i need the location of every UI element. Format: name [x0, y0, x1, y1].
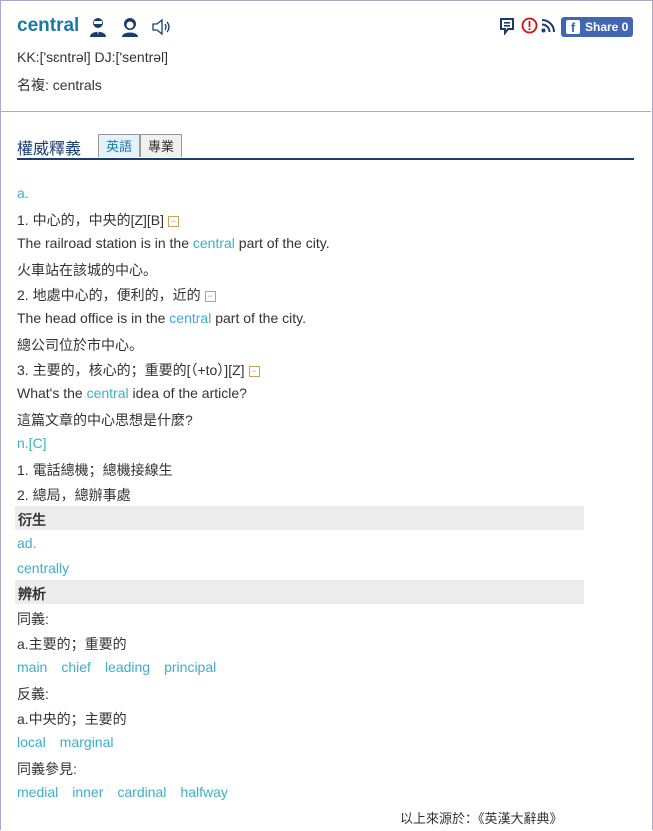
example-1: The railroad station is in the central p…: [17, 235, 330, 251]
collapse-icon[interactable]: −: [168, 215, 180, 227]
derivatives-heading: 衍生: [15, 506, 584, 530]
synonym-links: main chief leading principal: [17, 659, 230, 675]
tab-english[interactable]: 英語: [98, 134, 140, 157]
sense-1: 1. 中心的，中央的[Z][B] −: [17, 210, 180, 230]
example-3-translation: 這篇文章的中心思想是什麼?: [17, 412, 193, 428]
synonym-label: 同義:: [17, 611, 49, 627]
headword: central: [17, 15, 80, 36]
report-icon[interactable]: [521, 17, 538, 34]
section-title: 權威釋義: [17, 141, 82, 158]
source-footer: 以上來源於：《英漢大辭典》: [400, 811, 563, 826]
synonym-link[interactable]: chief: [61, 659, 91, 675]
see-also-links: medial inner cardinal halfway: [17, 784, 242, 800]
example-3: What's the central idea of the article?: [17, 385, 247, 401]
see-also-label: 同義參見:: [17, 761, 77, 777]
see-also-link[interactable]: halfway: [180, 784, 227, 800]
word-header-panel: central f Share 0 KK:['sɛntrəl] DJ:['sen…: [0, 0, 651, 112]
facebook-share-button[interactable]: f Share 0: [561, 17, 633, 37]
analysis-heading-text: 辨析: [18, 586, 46, 602]
antonym-link[interactable]: marginal: [60, 734, 114, 750]
male-voice-icon[interactable]: [88, 16, 108, 38]
example-text: What's the: [17, 385, 87, 401]
rss-icon[interactable]: [541, 19, 555, 33]
see-also-link[interactable]: medial: [17, 784, 58, 800]
pos-noun: n.[C]: [17, 435, 47, 451]
example-text: The head office is in the: [17, 310, 170, 326]
example-text: The railroad station is in the: [17, 235, 193, 251]
noun-sense-1: 1. 電話總機；總機接線生: [17, 462, 173, 478]
see-also-link[interactable]: cardinal: [117, 784, 166, 800]
antonym-label: 反義:: [17, 686, 49, 702]
example-text: idea of the article?: [128, 385, 247, 401]
female-voice-icon[interactable]: [120, 16, 140, 38]
pos-adjective: a.: [17, 185, 29, 201]
synonym-link[interactable]: main: [17, 659, 47, 675]
derivative-word-link[interactable]: centrally: [17, 560, 69, 576]
facebook-icon: f: [566, 20, 580, 35]
sense-2-text: 2. 地處中心的，便利的，近的: [17, 287, 201, 303]
headword-link[interactable]: central: [87, 385, 129, 401]
synonym-sense: a.主要的；重要的: [17, 636, 127, 652]
derivatives-heading-text: 衍生: [18, 512, 46, 528]
synonym-link[interactable]: principal: [164, 659, 216, 675]
vocabulary-add-icon[interactable]: [499, 17, 516, 35]
headword-link[interactable]: central: [169, 310, 211, 326]
pronunciation: KK:['sɛntrəl] DJ:['sentrəl]: [17, 49, 169, 65]
example-2: The head office is in the central part o…: [17, 310, 306, 326]
tab-professional[interactable]: 專業: [140, 134, 182, 157]
see-also-link[interactable]: inner: [72, 784, 103, 800]
collapse-icon[interactable]: −: [204, 290, 216, 302]
sense-3: 3. 主要的，核心的；重要的[（+to）][Z] −: [17, 360, 260, 380]
derivative-pos: ad.: [17, 535, 37, 551]
antonym-sense: a.中央的；主要的: [17, 711, 127, 727]
antonym-links: local marginal: [17, 734, 128, 750]
headword-link[interactable]: central: [193, 235, 235, 251]
plural-form: 名複: centrals: [17, 77, 102, 93]
sense-1-text: 1. 中心的，中央的[Z][B]: [17, 212, 165, 228]
example-text: part of the city.: [211, 310, 306, 326]
noun-sense-2: 2. 總局，總辦事處: [17, 487, 131, 503]
synonym-link[interactable]: leading: [105, 659, 150, 675]
example-text: part of the city.: [234, 235, 330, 251]
example-1-translation: 火車站在該城的中心。: [17, 262, 157, 278]
sense-2: 2. 地處中心的，便利的，近的 −: [17, 285, 216, 305]
analysis-heading: 辨析: [15, 580, 584, 604]
example-2-translation: 總公司位於市中心。: [17, 337, 143, 353]
collapse-icon[interactable]: −: [248, 365, 260, 377]
section-rule: [17, 158, 634, 160]
share-count-label: Share 0: [585, 20, 629, 34]
speaker-icon[interactable]: [152, 18, 172, 36]
antonym-link[interactable]: local: [17, 734, 46, 750]
sense-3-text: 3. 主要的，核心的；重要的[（+to）][Z]: [17, 362, 245, 378]
